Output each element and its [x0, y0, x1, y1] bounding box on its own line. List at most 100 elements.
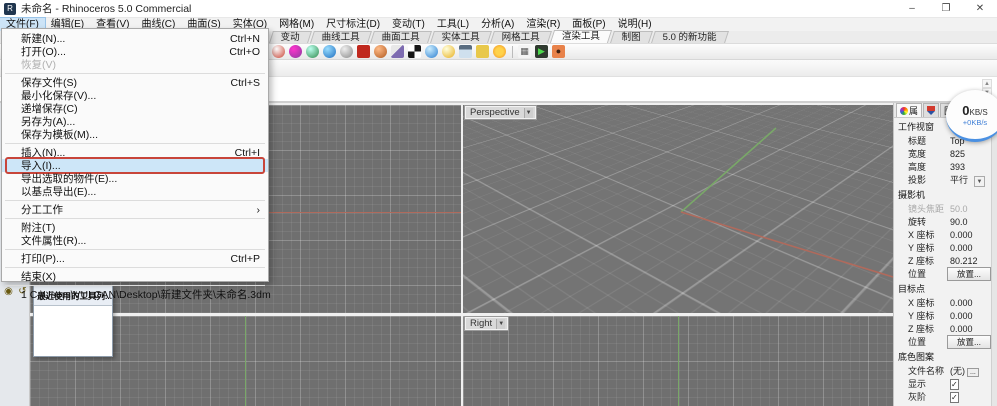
- viewport-label-perspective[interactable]: Perspective ▼: [465, 106, 536, 119]
- panel-row-0-2: 高度393: [894, 160, 991, 173]
- material-box-icon[interactable]: [357, 45, 370, 58]
- menu-shortcut: Ctrl+S: [231, 77, 260, 89]
- file-menu-item-8[interactable]: 保存为模板(M)...: [2, 128, 268, 141]
- texture-checker-icon[interactable]: [408, 45, 421, 58]
- panel-row-label: 镜头焦距: [908, 202, 950, 215]
- window-title: 未命名 - Rhinoceros 5.0 Commercial: [21, 1, 191, 16]
- tool-tab-4[interactable]: 网格工具: [490, 31, 552, 43]
- render-preview-icon[interactable]: [306, 45, 319, 58]
- menu-item-label: 打印(P)...: [21, 251, 65, 266]
- menu-item-label: 文件属性(R)...: [21, 233, 86, 248]
- file-menu-item-24[interactable]: 1 C:\Users\VULCAN\Desktop\新建文件夹\未命名.3dm: [2, 288, 268, 301]
- close-button[interactable]: ✕: [963, 0, 997, 18]
- tool-tab-3[interactable]: 实体工具: [430, 31, 492, 43]
- sun-icon[interactable]: [493, 45, 506, 58]
- place-button[interactable]: 放置...: [947, 267, 991, 281]
- menubar-item-6[interactable]: 网格(M): [273, 18, 320, 31]
- menubar-item-8[interactable]: 变动(T): [386, 18, 431, 31]
- animation-clapper-icon[interactable]: [459, 45, 472, 58]
- panel-row-label: Z 座标: [908, 322, 950, 335]
- toolbar-separator: [512, 46, 513, 58]
- eyedropper-icon[interactable]: [391, 45, 404, 58]
- net-speed-monitor[interactable]: 0KB/S +0KB/s: [946, 90, 997, 142]
- menu-shortcut: Ctrl+N: [230, 33, 260, 45]
- perspective-axes: [463, 105, 893, 313]
- environment-icon[interactable]: [323, 45, 336, 58]
- tube-material-icon[interactable]: [340, 45, 353, 58]
- panel-row-label: 位置: [908, 335, 947, 348]
- panel-row-2-3: 位置放置...: [894, 335, 991, 348]
- menubar-item-9[interactable]: 工具(L): [431, 18, 475, 31]
- render-settings-icon[interactable]: [289, 45, 302, 58]
- window-controls: – ❐ ✕: [895, 0, 997, 18]
- panel-row-value: 放置...: [947, 267, 991, 281]
- viewport-perspective[interactable]: Perspective ▼: [463, 105, 893, 313]
- tool-tab-2[interactable]: 曲面工具: [370, 31, 432, 43]
- tool-tab-label: 制图: [622, 32, 641, 44]
- menu-separator: [5, 200, 265, 201]
- file-menu-item-20[interactable]: 打印(P)...Ctrl+P: [2, 252, 268, 265]
- panel-row-0-1: 宽度825: [894, 147, 991, 160]
- menu-separator: [5, 218, 265, 219]
- viewport-menu-arrow-icon[interactable]: ▼: [524, 108, 533, 118]
- viewport-label-right[interactable]: Right ▼: [465, 317, 508, 330]
- panel-row-value: 393: [950, 162, 991, 172]
- maximize-button[interactable]: ❐: [929, 0, 963, 18]
- tool-tab-6[interactable]: 制图: [610, 31, 653, 43]
- panel-row-value: (无)...: [950, 364, 991, 377]
- tool-tab-0[interactable]: 变动: [269, 31, 312, 43]
- app-icon: R: [4, 3, 16, 15]
- viewport-right[interactable]: Right ▼: [463, 316, 893, 406]
- tool-tab-1[interactable]: 曲线工具: [310, 31, 372, 43]
- render-region-icon[interactable]: ●: [552, 45, 565, 58]
- net-download-unit: KB/S: [970, 108, 988, 117]
- panel-row-label: 显示: [908, 377, 950, 390]
- properties-tab-label: 属: [909, 104, 918, 117]
- checkbox-灰阶[interactable]: ✓: [950, 392, 959, 403]
- net-download-text: 0KB/S: [962, 103, 987, 118]
- color-wheel-icon: [900, 107, 908, 115]
- panel-row-1-4: Z 座标80.212: [894, 254, 991, 267]
- perspective-label-text: Perspective: [470, 107, 520, 118]
- panel-row-value[interactable]: 平行▼: [950, 173, 991, 187]
- panel-row-value: 50.0: [950, 204, 991, 214]
- render-play-icon[interactable]: ▶: [535, 45, 548, 58]
- layers-tab[interactable]: [923, 103, 939, 117]
- lamp-icon[interactable]: [442, 45, 455, 58]
- panel-row-value: 825: [950, 149, 991, 159]
- menubar-item-7[interactable]: 尺寸标注(D): [320, 18, 386, 31]
- properties-tab[interactable]: 属: [896, 103, 922, 117]
- x-axis-red: [245, 212, 461, 213]
- combo-arrow-icon[interactable]: ▼: [974, 176, 985, 187]
- tool-tab-label: 曲线工具: [322, 32, 360, 44]
- checkbox-显示[interactable]: ✓: [950, 379, 959, 390]
- panel-row-3-1: 显示✓: [894, 377, 991, 390]
- place-button[interactable]: 放置...: [947, 335, 991, 349]
- panel-row-label: 位置: [908, 267, 947, 280]
- file-menu-item-15[interactable]: 分工工作›: [2, 203, 268, 216]
- tool-tab-label: 曲面工具: [382, 32, 420, 44]
- render-icon[interactable]: [272, 45, 285, 58]
- panel-row-value: ✓: [950, 379, 991, 389]
- menu-item-label: 以基点导出(E)...: [21, 184, 96, 199]
- file-menu-item-13[interactable]: 以基点导出(E)...: [2, 185, 268, 198]
- wood-sphere-icon[interactable]: [374, 45, 387, 58]
- viewport-menu-arrow-icon[interactable]: ▼: [496, 319, 505, 329]
- tool-tab-7[interactable]: 5.0 的新功能: [651, 31, 729, 43]
- file-menu-item-18[interactable]: 文件属性(R)...: [2, 234, 268, 247]
- yellow-slide-icon[interactable]: [476, 45, 489, 58]
- minimize-button[interactable]: –: [895, 0, 929, 18]
- blue-sphere-icon[interactable]: [425, 45, 438, 58]
- file-menu-item-22[interactable]: 结束(X): [2, 270, 268, 283]
- browse-button[interactable]: ...: [967, 368, 979, 377]
- menubar-item-13[interactable]: 说明(H): [612, 18, 658, 31]
- panel-row-label: 高度: [908, 160, 950, 173]
- panel-scrollbar[interactable]: [991, 118, 997, 406]
- panel-section-3: 底色图案: [894, 348, 991, 364]
- scroll-up-icon[interactable]: ▲: [982, 79, 992, 88]
- viewport-display-icon[interactable]: ▦: [518, 45, 531, 58]
- tool-tab-5[interactable]: 渲染工具: [550, 30, 612, 43]
- menubar-item-10[interactable]: 分析(A): [475, 18, 520, 31]
- panel-row-value: 0.000: [950, 311, 991, 321]
- net-upload-text: +0KB/s: [963, 118, 987, 127]
